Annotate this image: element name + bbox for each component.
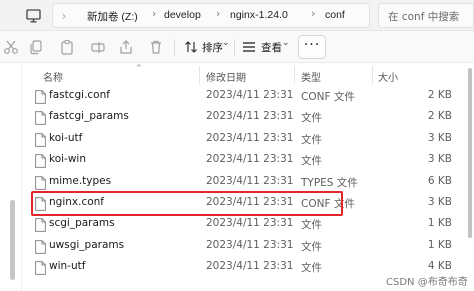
file-size: 1 KB — [427, 238, 452, 251]
file-icon — [35, 153, 46, 169]
file-type: TYPES 文件 — [301, 176, 358, 189]
file-type: CONF 文件 — [301, 91, 355, 103]
file-type: 文件 — [301, 112, 322, 125]
breadcrumb-conf[interactable]: conf — [325, 9, 345, 21]
file-size: 3 KB — [427, 131, 452, 144]
monitor-icon[interactable] — [26, 8, 41, 23]
file-icon — [35, 110, 46, 126]
file-size: 3 KB — [427, 153, 452, 166]
file-size: 2 KB — [427, 110, 452, 123]
file-explorer-window: › 新加卷 (Z:) › develop › nginx-1.24.0 › co… — [0, 0, 474, 291]
file-name: koi-win — [49, 153, 86, 166]
toolbar-divider — [234, 39, 235, 56]
file-date: 2023/4/11 23:31 — [206, 238, 294, 251]
file-size: 1 KB — [427, 217, 452, 230]
file-type: 文件 — [301, 219, 322, 232]
search-input[interactable]: 在 conf 中搜索 — [378, 3, 474, 28]
file-size: 6 KB — [427, 174, 452, 187]
more-options-button[interactable]: ··· — [298, 35, 326, 59]
navigation-pane[interactable] — [0, 64, 22, 291]
file-type: 文件 — [301, 262, 322, 275]
file-date: 2023/4/11 23:31 — [206, 131, 294, 144]
file-icon — [35, 89, 46, 104]
file-icon — [35, 132, 46, 147]
file-name: fastcgi.conf — [49, 89, 110, 101]
file-icon — [35, 239, 46, 254]
chevron-down-icon: ⌄ — [282, 38, 290, 48]
view-icon — [241, 39, 257, 55]
paste-icon[interactable] — [59, 39, 75, 55]
file-type: 文件 — [301, 133, 322, 146]
sort-label: 排序 — [202, 42, 223, 54]
column-divider[interactable] — [372, 66, 373, 84]
file-name: koi-utf — [49, 131, 83, 144]
file-icon — [35, 260, 46, 276]
file-row[interactable]: fastcgi_params 2023/4/11 23:31 文件 2 KB — [22, 107, 474, 128]
share-icon[interactable] — [118, 39, 134, 55]
address-box[interactable]: › 新加卷 (Z:) › develop › nginx-1.24.0 › co… — [52, 3, 370, 28]
file-date: 2023/4/11 23:31 — [206, 260, 294, 273]
column-size[interactable]: 大小 — [378, 69, 398, 84]
toolbar-divider — [174, 39, 175, 56]
cut-icon[interactable] — [3, 39, 19, 55]
sort-icon — [183, 39, 199, 55]
file-row[interactable]: nginx.conf 2023/4/11 23:31 CONF 文件 3 KB — [22, 193, 474, 214]
column-date[interactable]: 修改日期 — [206, 69, 246, 84]
breadcrumb-develop[interactable]: develop — [164, 9, 201, 21]
chevron-down-icon: ⌄ — [222, 38, 230, 48]
scrollbar-thumb[interactable] — [468, 68, 472, 238]
column-type[interactable]: 类型 — [301, 69, 321, 84]
file-name: mime.types — [49, 174, 112, 187]
file-row[interactable]: koi-utf 2023/4/11 23:31 文件 3 KB — [22, 129, 474, 150]
file-type: 文件 — [301, 155, 322, 168]
sort-button[interactable]: 排序 ⌄ — [182, 35, 230, 59]
breadcrumb-drive[interactable]: 新加卷 (Z:) — [87, 9, 138, 24]
breadcrumb-separator-icon[interactable]: › — [152, 7, 156, 20]
file-row[interactable]: scgi_params 2023/4/11 23:31 文件 1 KB — [22, 214, 474, 235]
file-row[interactable]: mime.types 2023/4/11 23:31 TYPES 文件 6 KB — [22, 172, 474, 193]
command-bar: 排序 ⌄ 查看 ⌄ ··· — [0, 31, 474, 63]
watermark: CSDN @布奇布奇 — [386, 277, 468, 288]
file-date: 2023/4/11 23:31 — [206, 89, 294, 101]
file-size: 3 KB — [427, 196, 452, 208]
file-date: 2023/4/11 23:31 — [206, 196, 294, 208]
file-date: 2023/4/11 23:31 — [206, 174, 294, 187]
file-date: 2023/4/11 23:31 — [206, 153, 294, 166]
breadcrumb-separator-icon[interactable]: › — [311, 7, 315, 20]
sort-indicator-icon: ^ — [136, 64, 142, 72]
file-type: CONF 文件 — [301, 198, 355, 210]
file-row[interactable]: koi-win 2023/4/11 23:31 文件 3 KB — [22, 150, 474, 171]
file-type: 文件 — [301, 240, 322, 253]
file-date: 2023/4/11 23:31 — [206, 110, 294, 123]
column-divider[interactable] — [294, 66, 295, 84]
navigation-scrollbar[interactable] — [10, 200, 15, 280]
search-placeholder: 在 conf 中搜索 — [388, 11, 460, 23]
breadcrumb-separator-icon[interactable]: › — [216, 7, 220, 20]
delete-icon[interactable] — [148, 39, 164, 55]
file-name: scgi_params — [49, 217, 115, 230]
file-row[interactable]: fastcgi.conf 2023/4/11 23:31 CONF 文件 2 KB — [22, 86, 474, 107]
column-header: ^ 名称 修改日期 类型 大小 — [22, 64, 474, 86]
file-size: 2 KB — [427, 89, 452, 101]
file-row[interactable]: uwsgi_params 2023/4/11 23:31 文件 1 KB — [22, 236, 474, 257]
column-divider[interactable] — [199, 66, 200, 84]
file-date: 2023/4/11 23:31 — [206, 217, 294, 230]
file-name: uwsgi_params — [49, 238, 125, 251]
file-size: 4 KB — [427, 260, 452, 273]
view-button[interactable]: 查看 ⌄ — [240, 35, 292, 59]
file-icon — [35, 217, 46, 233]
file-icon — [35, 196, 46, 211]
file-name: fastcgi_params — [49, 110, 129, 123]
file-name: win-utf — [49, 260, 86, 273]
rename-icon[interactable] — [90, 39, 106, 55]
file-name: nginx.conf — [49, 196, 104, 208]
breadcrumb-nginx[interactable]: nginx-1.24.0 — [230, 9, 288, 21]
view-label: 查看 — [261, 42, 282, 54]
breadcrumb-expand-icon[interactable]: › — [55, 5, 73, 27]
file-icon — [35, 175, 46, 190]
address-bar-area: › 新加卷 (Z:) › develop › nginx-1.24.0 › co… — [0, 0, 474, 31]
copy-icon[interactable] — [28, 39, 44, 55]
file-list-scrollbar[interactable] — [466, 64, 474, 291]
column-name[interactable]: 名称 — [43, 69, 63, 84]
